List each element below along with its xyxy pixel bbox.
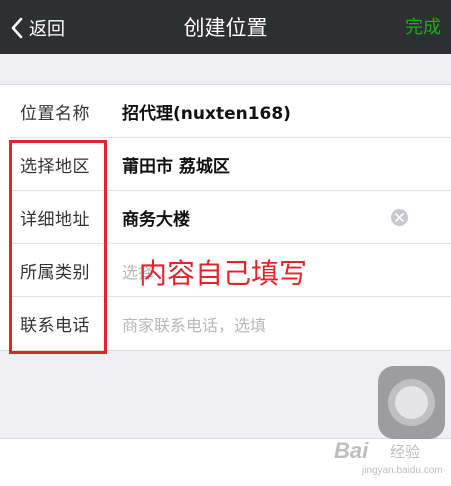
chevron-left-icon: [11, 17, 23, 39]
assistive-touch-button[interactable]: [378, 366, 445, 439]
address-label: 详细地址: [20, 210, 90, 230]
location-form: 位置名称 招代理(nuxten168) 选择地区 莆田市 荔城区 详细地址 商务…: [0, 84, 451, 351]
category-label: 所属类别: [20, 263, 90, 283]
bottom-bar: [0, 438, 451, 486]
location-name-row[interactable]: 位置名称 招代理(nuxten168): [0, 85, 451, 138]
location-name-label: 位置名称: [20, 104, 90, 124]
back-button[interactable]: 返回: [10, 14, 65, 42]
phone-label: 联系电话: [20, 316, 90, 336]
phone-row[interactable]: 联系电话 商家联系电话，选填: [0, 297, 451, 350]
region-value[interactable]: 莆田市 荔城区: [122, 152, 230, 177]
region-label: 选择地区: [20, 157, 90, 177]
location-name-input[interactable]: 招代理(nuxten168): [122, 99, 291, 124]
navigation-bar: 返回 创建位置 完成: [0, 0, 451, 54]
clear-icon[interactable]: [391, 209, 408, 226]
annotation-text: 内容自己填写: [139, 257, 308, 290]
address-input[interactable]: 商务大楼: [122, 205, 190, 230]
page-title: 创建位置: [183, 16, 268, 40]
done-button[interactable]: 完成: [405, 14, 441, 42]
back-label: 返回: [29, 19, 65, 40]
assistive-touch-core: [395, 386, 428, 419]
region-select-row[interactable]: 选择地区 莆田市 荔城区: [0, 138, 451, 191]
phone-input[interactable]: 商家联系电话，选填: [122, 312, 266, 336]
address-row[interactable]: 详细地址 商务大楼: [0, 191, 451, 244]
